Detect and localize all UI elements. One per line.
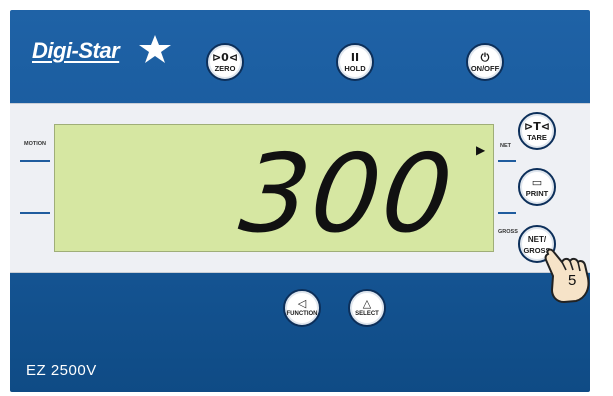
- hold-button[interactable]: II HOLD: [336, 43, 374, 81]
- motion-indicator-label: MOTION: [24, 141, 46, 147]
- brand-logo: Digi-Star: [32, 38, 120, 63]
- hold-label: HOLD: [344, 63, 366, 73]
- power-icon: ⏻: [480, 50, 490, 64]
- tare-button[interactable]: ⊳T⊲ TARE: [518, 112, 556, 150]
- select-label: SELECT: [355, 310, 379, 317]
- weight-readout: 300: [234, 132, 460, 257]
- print-label: PRINT: [525, 188, 549, 198]
- tare-icon: ⊳T⊲: [524, 119, 550, 133]
- motion-divider: [20, 160, 50, 162]
- up-arrow-icon: △: [362, 296, 372, 310]
- tare-label: TARE: [527, 132, 547, 142]
- select-button[interactable]: △ SELECT: [348, 289, 386, 327]
- step-number-badge: 5: [568, 272, 577, 289]
- lcd-screen: 300: [54, 124, 494, 257]
- model-name: EZ 2500V: [26, 362, 97, 379]
- star-logo-icon: [139, 35, 171, 63]
- net-indicator-label: NET: [500, 143, 511, 149]
- zero-icon: ⊳0⊲: [211, 50, 239, 64]
- display-panel: MOTION 300 ▶ NET GROSS ⊳T⊲ TARE ▭ PRINT …: [10, 103, 590, 273]
- left-divider: [20, 212, 50, 214]
- zero-label: ZERO: [214, 63, 236, 73]
- on-off-label: ON/OFF: [470, 63, 500, 73]
- net-gross-top-label: NET/: [527, 234, 547, 244]
- function-button[interactable]: ◁ FUNCTION: [283, 289, 321, 327]
- zero-button[interactable]: ⊳0⊲ ZERO: [206, 43, 244, 81]
- pause-icon: II: [350, 50, 360, 64]
- net-divider: [498, 160, 516, 162]
- print-button[interactable]: ▭ PRINT: [518, 168, 556, 206]
- net-arrow-icon: ▶: [476, 143, 486, 157]
- gross-indicator-label: GROSS: [498, 229, 518, 235]
- printer-icon: ▭: [531, 175, 543, 189]
- on-off-button[interactable]: ⏻ ON/OFF: [466, 43, 504, 81]
- gross-divider: [498, 212, 516, 214]
- left-arrow-icon: ◁: [297, 296, 307, 310]
- function-label: FUNCTION: [286, 310, 318, 317]
